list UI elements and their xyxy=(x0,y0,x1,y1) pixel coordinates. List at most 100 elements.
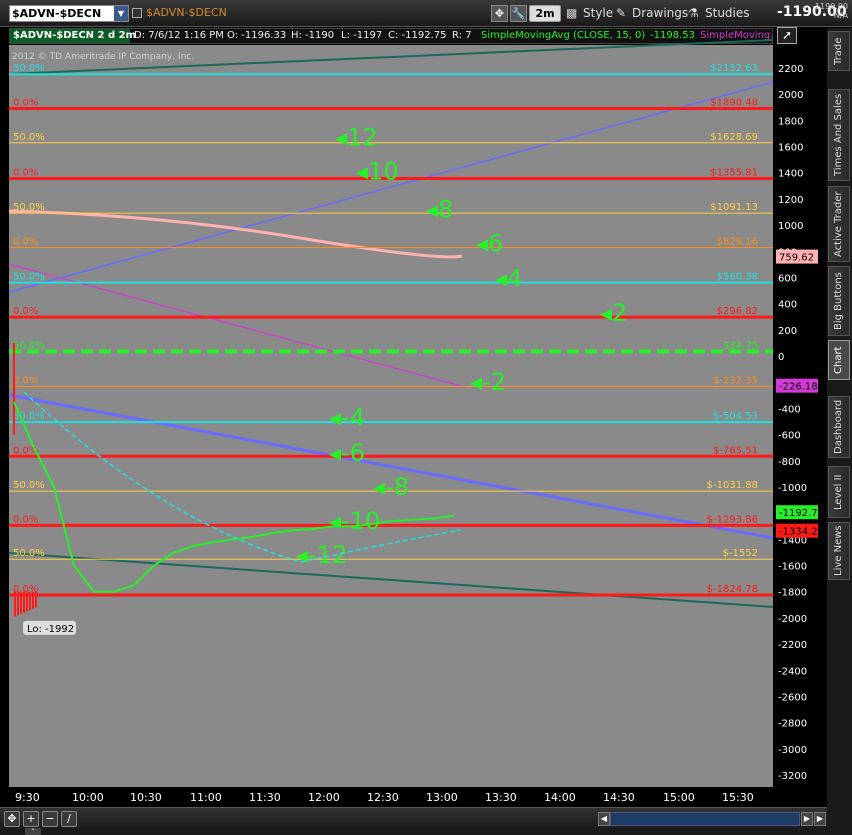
fib-percent-label: 50.0% xyxy=(13,272,45,283)
fib-price-label: $-765.51 xyxy=(713,445,758,456)
fib-price-label: $296.82 xyxy=(717,306,758,317)
fib-price-label: $-1824.78 xyxy=(707,584,758,595)
y-axis-tick-label: 1800 xyxy=(778,116,803,127)
zoom-in-icon[interactable]: + xyxy=(23,811,39,827)
fib-price-label: $1355.81 xyxy=(710,168,758,179)
scroll-end-icon[interactable]: ▶ xyxy=(814,812,826,826)
fib-percent-label: 0.0% xyxy=(13,168,38,179)
pan-icon[interactable]: ✥ xyxy=(4,811,20,827)
chart-bottom-bar: ✥ + − ∕ ◀ ▶ ▶ xyxy=(0,807,827,829)
fib-price-label: $560.38 xyxy=(717,272,758,283)
y-axis-tick-label: 0 xyxy=(778,352,784,363)
fib-price-label: $-504.53 xyxy=(713,411,758,422)
tab-big-buttons[interactable]: Big Buttons xyxy=(828,266,850,336)
fib-percent-label: 0.0% xyxy=(13,514,38,525)
x-axis-tick-label: 11:00 xyxy=(190,791,222,804)
y-axis-tick-label: -600 xyxy=(778,431,801,442)
y-axis-tick-label: 2200 xyxy=(778,64,803,75)
x-axis-tick-label: 10:00 xyxy=(72,791,104,804)
fib-percent-label: 0.0% xyxy=(13,584,38,595)
x-axis-tick-label: 9:30 xyxy=(15,791,40,804)
fib-percent-label: 50.0% xyxy=(13,63,45,74)
y-axis-tick-label: 400 xyxy=(778,300,797,311)
x-axis-tick-label: 12:30 xyxy=(367,791,399,804)
y-axis-tick-label: 1200 xyxy=(778,195,803,206)
fib-percent-label: 0.0% xyxy=(13,375,38,386)
scroll-left-icon[interactable]: ◀ xyxy=(598,812,610,826)
price-flag-label: -1334.2 xyxy=(779,527,818,538)
x-axis-tick-label: 13:30 xyxy=(485,791,517,804)
x-axis-tick-label: 13:00 xyxy=(426,791,458,804)
wave-marker: ◂6 xyxy=(476,229,503,257)
y-axis-tick-label: -2800 xyxy=(778,719,807,730)
tab-level-ii[interactable]: Level II xyxy=(828,466,850,518)
regression-line-up xyxy=(8,81,774,293)
fib-price-label: $-1031.88 xyxy=(707,480,758,491)
tab-times-and-sales[interactable]: Times And Sales xyxy=(828,89,850,181)
wave-marker: ◂4 xyxy=(495,265,522,293)
tab-chart[interactable]: Chart xyxy=(828,340,850,380)
y-axis-tick-label: -2000 xyxy=(778,614,807,625)
y-axis-tick-label: -1000 xyxy=(778,483,807,494)
y-axis-tick-label: -400 xyxy=(778,404,801,415)
y-axis-tick-label: -800 xyxy=(778,457,801,468)
fib-percent-label: 50.0% xyxy=(13,202,45,213)
y-axis-tick-label: 600 xyxy=(778,273,797,284)
y-axis-tick-label: 1600 xyxy=(778,143,803,154)
x-axis-tick-label: 11:30 xyxy=(249,791,281,804)
fib-percent-label: 50.0% xyxy=(13,132,45,143)
fib-price-label: $-232.35 xyxy=(713,375,758,386)
fib-percent-label: 50.0% xyxy=(13,480,45,491)
time-scrollbar[interactable] xyxy=(610,812,800,826)
fib-percent-label: 50.0% xyxy=(13,548,45,559)
price-chart[interactable]: 50.0% $2152.63 0.0% $1890.48 50.0% $1628.69 0.… xyxy=(0,0,827,807)
wave-marker: ◂-6 xyxy=(329,439,365,467)
fib-percent-label: 0.0% xyxy=(13,98,38,109)
y-axis-tick-label: 200 xyxy=(778,326,797,337)
fib-price-label: $829.16 xyxy=(717,236,758,247)
y-axis-tick-label: 2000 xyxy=(778,90,803,101)
y-axis-tick-label: -3000 xyxy=(778,745,807,756)
line-tool-icon[interactable]: ∕ xyxy=(61,811,77,827)
tab-trade[interactable]: Trade xyxy=(828,31,850,71)
fib-price-label: $1890.48 xyxy=(710,98,758,109)
wave-marker: ◂-12 xyxy=(296,541,347,569)
wave-marker: ◂8 xyxy=(426,195,453,223)
wave-marker: ◂12 xyxy=(335,123,378,151)
expand-icon[interactable]: ⌃ xyxy=(25,828,41,835)
wave-marker: ◂-10 xyxy=(329,507,380,535)
regression-line-down xyxy=(8,393,774,540)
pink-curve xyxy=(8,209,463,259)
price-flag-label: -1192.75 xyxy=(779,508,824,519)
y-axis-tick-label: -1600 xyxy=(778,562,807,573)
x-axis-tick-label: 15:00 xyxy=(663,791,695,804)
fib-price-label: $1628.69 xyxy=(710,132,758,143)
low-label: Lo: -1992 xyxy=(27,624,74,635)
wave-marker: ◂-8 xyxy=(373,473,409,501)
fib-price-label: $-1552 xyxy=(723,548,758,559)
fib-price-label: $-1293.86 xyxy=(707,514,758,525)
x-axis-tick-label: 15:30 xyxy=(722,791,754,804)
price-flag-label: 759.62 xyxy=(779,253,814,264)
fib-percent-label: 0.0% xyxy=(13,306,38,317)
x-axis-tick-label: 10:30 xyxy=(130,791,162,804)
x-axis-tick-label: 12:00 xyxy=(308,791,340,804)
tab-live-news[interactable]: Live News xyxy=(828,522,850,580)
tab-active-trader[interactable]: Active Trader xyxy=(828,186,850,262)
trend-line-lower xyxy=(8,552,774,608)
wave-marker: ◂10 xyxy=(356,157,399,185)
app-window: $ADVN-$DECN ▼ $ADVN-$DECN ✥ 🔧 2m ▩ Style… xyxy=(0,0,852,835)
y-axis-tick-label: -2200 xyxy=(778,640,807,651)
scroll-right-icon[interactable]: ▶ xyxy=(801,812,813,826)
y-axis-tick-label: 1000 xyxy=(778,221,803,232)
fib-percent-label: 0.0% xyxy=(13,236,38,247)
y-axis-tick-label: -3200 xyxy=(778,771,807,782)
wave-marker: ◂2 xyxy=(600,299,627,327)
bottom-strip xyxy=(0,829,852,835)
tab-dashboard[interactable]: Dashboard xyxy=(828,396,850,458)
y-axis-tick-label: -1800 xyxy=(778,588,807,599)
y-axis-tick-label: -2600 xyxy=(778,692,807,703)
y-axis-tick-label: -2400 xyxy=(778,666,807,677)
zoom-out-icon[interactable]: − xyxy=(42,811,58,827)
fib-percent-label: 50.0% xyxy=(13,340,45,351)
